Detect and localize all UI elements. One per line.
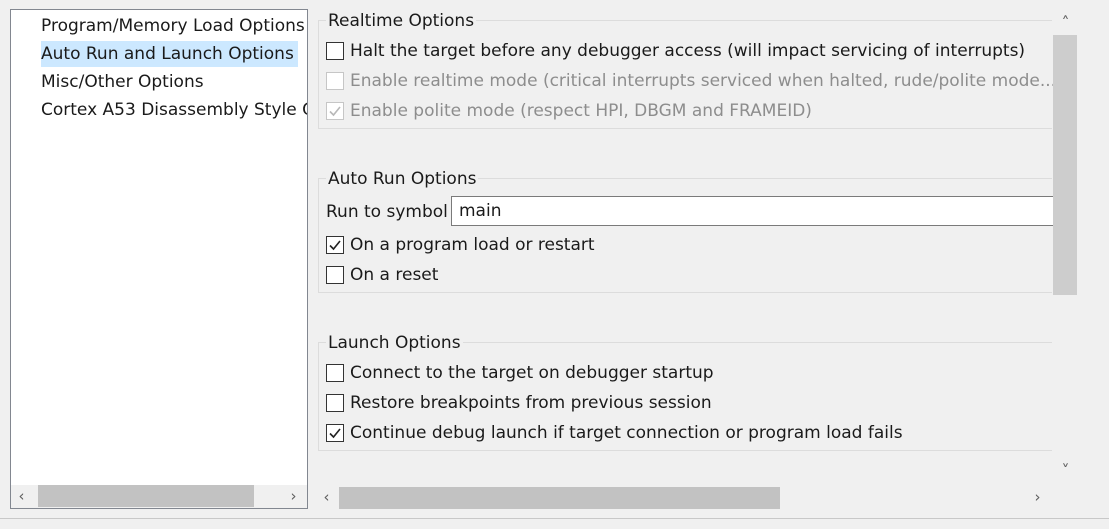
options-horizontal-scrollbar[interactable]: ‹ › — [318, 485, 1053, 511]
realtime-mode-checkbox[interactable] — [326, 72, 344, 90]
divider — [0, 518, 1109, 519]
options-scroll-thumb-horizontal[interactable] — [339, 487, 780, 509]
scroll-down-icon[interactable]: ˅ — [1057, 459, 1074, 482]
scroll-right-icon[interactable]: › — [1029, 486, 1046, 509]
tree-horizontal-scrollbar[interactable]: ‹ › — [11, 485, 307, 508]
run-on-reset-checkbox[interactable] — [326, 266, 344, 284]
tree-scroll-thumb[interactable] — [38, 485, 254, 507]
continue-launch-checkbox[interactable] — [326, 424, 344, 442]
restore-breakpoints-label: Restore breakpoints from previous sessio… — [350, 393, 712, 413]
options-panel: Realtime Options Halt the target before … — [318, 9, 1053, 483]
checkmark-icon — [329, 106, 341, 117]
realtime-mode-option[interactable]: Enable realtime mode (critical interrupt… — [326, 68, 1053, 94]
halt-target-label: Halt the target before any debugger acce… — [350, 41, 1026, 61]
auto-run-options-title: Auto Run Options — [326, 168, 479, 190]
scroll-right-icon[interactable]: › — [285, 485, 302, 508]
checkmark-icon — [329, 428, 341, 439]
run-to-symbol-input[interactable]: main — [451, 196, 1053, 226]
connect-on-startup-label: Connect to the target on debugger startu… — [350, 363, 714, 383]
continue-launch-option[interactable]: Continue debug launch if target connecti… — [326, 420, 903, 446]
tree-item-cortex-a53-disassembly[interactable]: Cortex A53 Disassembly Style Opt — [41, 97, 307, 123]
realtime-mode-label: Enable realtime mode (critical interrupt… — [350, 71, 1053, 91]
restore-breakpoints-option[interactable]: Restore breakpoints from previous sessio… — [326, 390, 712, 416]
polite-mode-checkbox[interactable] — [326, 102, 344, 120]
run-on-load-option[interactable]: On a program load or restart — [326, 232, 595, 258]
scroll-left-icon[interactable]: ‹ — [13, 485, 30, 508]
options-tree: Program/Memory Load Options Auto Run and… — [10, 9, 308, 509]
polite-mode-option[interactable]: Enable polite mode (respect HPI, DBGM an… — [326, 98, 812, 124]
realtime-options-title: Realtime Options — [326, 10, 477, 32]
connect-on-startup-option[interactable]: Connect to the target on debugger startu… — [326, 360, 714, 386]
polite-mode-label: Enable polite mode (respect HPI, DBGM an… — [350, 101, 812, 121]
run-on-load-checkbox[interactable] — [326, 236, 344, 254]
scroll-left-icon[interactable]: ‹ — [318, 486, 335, 509]
options-vertical-scrollbar[interactable]: ˄ ˅ — [1053, 9, 1077, 483]
checkmark-icon — [329, 240, 341, 251]
continue-launch-label: Continue debug launch if target connecti… — [350, 423, 903, 443]
connect-on-startup-checkbox[interactable] — [326, 364, 344, 382]
tree-item-misc-other[interactable]: Misc/Other Options — [41, 69, 208, 95]
launch-options-title: Launch Options — [326, 332, 463, 354]
run-on-reset-option[interactable]: On a reset — [326, 262, 438, 288]
restore-breakpoints-checkbox[interactable] — [326, 394, 344, 412]
run-on-reset-label: On a reset — [350, 265, 439, 285]
tree-item-program-memory-load[interactable]: Program/Memory Load Options — [41, 13, 307, 39]
options-scroll-thumb-vertical[interactable] — [1053, 35, 1077, 295]
tree-item-auto-run-launch[interactable]: Auto Run and Launch Options — [41, 41, 298, 67]
halt-target-checkbox[interactable] — [326, 42, 344, 60]
scroll-up-icon[interactable]: ˄ — [1057, 11, 1074, 34]
run-to-symbol-label: Run to symbol — [326, 202, 448, 222]
run-on-load-label: On a program load or restart — [350, 235, 595, 255]
halt-target-option[interactable]: Halt the target before any debugger acce… — [326, 38, 1025, 64]
